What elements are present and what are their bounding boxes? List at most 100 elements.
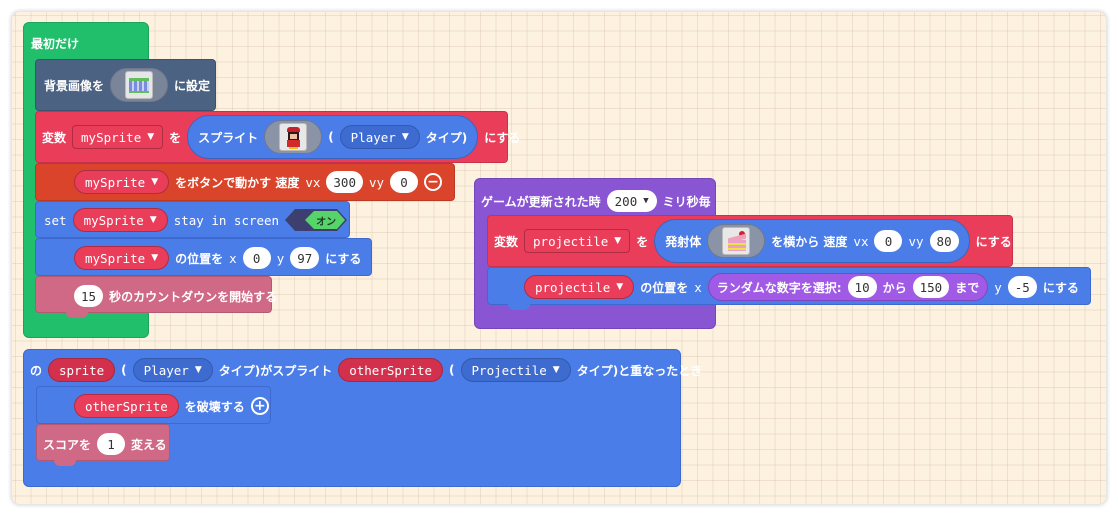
sprite-variable-pill[interactable]: sprite [48, 358, 116, 382]
dropdown-arrow-icon: ▼ [151, 253, 159, 263]
set-background-suffix: に設定 [174, 78, 211, 93]
random-min-input[interactable]: 10 [847, 276, 877, 298]
block-notch [508, 304, 530, 310]
dropdown-arrow-icon: ▼ [194, 365, 202, 375]
overlap-mid-label: タイプ)がスプライト [218, 363, 333, 378]
random-max-input[interactable]: 150 [912, 276, 950, 298]
create-sprite-suffix: にする [484, 130, 521, 145]
paren-open: ( [328, 130, 334, 144]
dropdown-arrow-icon: ▼ [552, 365, 560, 375]
x-label: x [229, 250, 237, 266]
sprite-create-reporter[interactable]: スプライト ( Player ▼ タイプ) [187, 115, 479, 159]
projectile-set-position-block[interactable]: projectile ▼ の位置を x ランダムな数字を選択: 10 から 15… [487, 267, 1091, 305]
y-input[interactable]: 97 [290, 247, 320, 269]
x-input[interactable]: 0 [242, 247, 271, 269]
sprite-kind-dropdown-player[interactable]: Player ▼ [132, 358, 213, 382]
set-background-prefix: 背景画像を [44, 78, 105, 93]
vy-label: vy [368, 174, 385, 190]
kind-suffix: タイプ) [425, 130, 468, 145]
destroy-label: を破壊する [184, 399, 245, 414]
blocks-workspace[interactable]: 最初だけ 背景画像を に設定 変数 mySprite ▼ を スプライト (P… [12, 12, 1106, 504]
no-keyword: の [30, 363, 43, 378]
dropdown-arrow-icon: ▼ [151, 177, 159, 187]
create-projectile-suffix: にする [975, 234, 1012, 249]
other-sprite-variable-pill[interactable]: otherSprite [74, 394, 179, 418]
cake-sprite-icon [722, 227, 751, 255]
destroy-sprite-block[interactable]: otherSprite を破壊する + [36, 386, 271, 424]
set-position-suffix: にする [325, 251, 362, 266]
on-start-label: 最初だけ [31, 37, 80, 51]
set-keyword: set [44, 212, 67, 228]
wo-keyword: を [169, 130, 182, 145]
dropdown-arrow-icon: ▼ [147, 132, 155, 142]
random-label: ランダムな数字を選択: [716, 280, 842, 295]
paren-open: ( [121, 363, 127, 377]
vx-label: vx [305, 174, 321, 190]
update-interval-prefix: ゲームが更新された時 [481, 194, 601, 209]
change-score-suffix: 変える [131, 437, 167, 452]
paren-open: ( [449, 363, 455, 377]
variable-dropdown-mysprite[interactable]: mySprite ▼ [74, 246, 170, 270]
stay-in-screen-label: stay in screen [173, 212, 280, 228]
projectile-image-picker[interactable] [707, 224, 766, 258]
set-position-suffix: にする [1042, 280, 1079, 295]
player-sprite-icon [279, 123, 308, 151]
x-label: x [694, 279, 702, 295]
dropdown-arrow-icon: ▼ [149, 215, 157, 225]
background-image-icon [125, 71, 154, 99]
variable-dropdown-projectile[interactable]: projectile ▼ [524, 275, 635, 299]
variable-keyword: 変数 [42, 130, 67, 145]
collapse-minus-icon[interactable]: − [424, 173, 443, 191]
dropdown-arrow-icon: ▼ [614, 236, 622, 246]
variable-dropdown-mysprite[interactable]: mySprite ▼ [74, 170, 170, 194]
other-sprite-variable-pill[interactable]: otherSprite [338, 358, 444, 382]
random-number-reporter[interactable]: ランダムな数字を選択: 10 から 150 まで [707, 273, 989, 301]
dropdown-arrow-icon: ▼ [401, 132, 409, 142]
from-side-label: を横から 速度 [771, 234, 848, 249]
countdown-label: 秒のカウントダウンを開始する [109, 289, 278, 304]
sprite-image-picker[interactable] [264, 120, 323, 154]
background-image-picker[interactable] [110, 68, 169, 102]
y-label: y [276, 250, 285, 266]
score-change-input[interactable]: 1 [97, 433, 126, 455]
toggle-label: オン [316, 217, 337, 228]
block-notch [54, 460, 76, 466]
set-position-block[interactable]: mySprite ▼ の位置を x 0 y 97 にする [35, 238, 372, 276]
vy-input[interactable]: 0 [390, 171, 419, 193]
variable-dropdown-mysprite[interactable]: mySprite ▼ [72, 125, 164, 149]
sprite-kind-dropdown[interactable]: Player ▼ [339, 125, 420, 149]
dropdown-arrow-icon: ▼ [616, 282, 624, 292]
projectile-label: 発射体 [665, 234, 702, 249]
vy-input[interactable]: 80 [929, 230, 959, 252]
vx-input[interactable]: 300 [326, 171, 363, 193]
wo-keyword: を [636, 234, 649, 249]
random-from-label: から [882, 280, 907, 295]
random-to-label: まで [955, 280, 980, 295]
vx-input[interactable]: 0 [874, 230, 903, 252]
expand-plus-icon[interactable]: + [250, 397, 269, 415]
stay-in-screen-toggle[interactable]: オン [285, 209, 348, 231]
change-score-block[interactable]: スコアを 1 変える [36, 424, 170, 461]
sprite-kind-dropdown-projectile[interactable]: Projectile ▼ [460, 358, 571, 382]
create-sprite-block[interactable]: 変数 mySprite ▼ を スプライト (Player ▼ タイプ) にす… [35, 111, 520, 163]
position-label: の位置を [640, 280, 689, 295]
countdown-seconds-input[interactable]: 15 [74, 285, 104, 307]
move-with-buttons-block[interactable]: mySprite ▼ をボタンで動かす 速度 vx 300 vy 0 − [35, 163, 455, 201]
interval-dropdown[interactable]: 200 ▼ [606, 190, 657, 212]
variable-dropdown-mysprite[interactable]: mySprite ▼ [72, 208, 168, 232]
vx-label: vx [853, 233, 869, 249]
variable-keyword: 変数 [494, 234, 519, 249]
sprite-label: スプライト [198, 130, 259, 145]
vy-label: vy [908, 233, 924, 249]
start-countdown-block[interactable]: 15 秒のカウントダウンを開始する [35, 276, 277, 313]
stay-in-screen-block[interactable]: set mySprite ▼ stay in screen オン [35, 201, 350, 238]
move-label: をボタンで動かす 速度 [175, 175, 300, 190]
create-projectile-block[interactable]: 変数 projectile ▼ を 発射体 を横から 速度 vx 0 vy 80… [487, 215, 1013, 267]
projectile-create-reporter[interactable]: 発射体 を横から 速度 vx 0 vy 80 [654, 219, 970, 263]
variable-dropdown-projectile[interactable]: projectile ▼ [524, 229, 631, 253]
dropdown-arrow-icon: ▼ [643, 196, 649, 206]
set-background-block[interactable]: 背景画像を に設定 [35, 59, 216, 111]
y-input[interactable]: -5 [1007, 276, 1037, 298]
y-label: y [994, 279, 1002, 295]
position-label: の位置を [175, 251, 224, 266]
